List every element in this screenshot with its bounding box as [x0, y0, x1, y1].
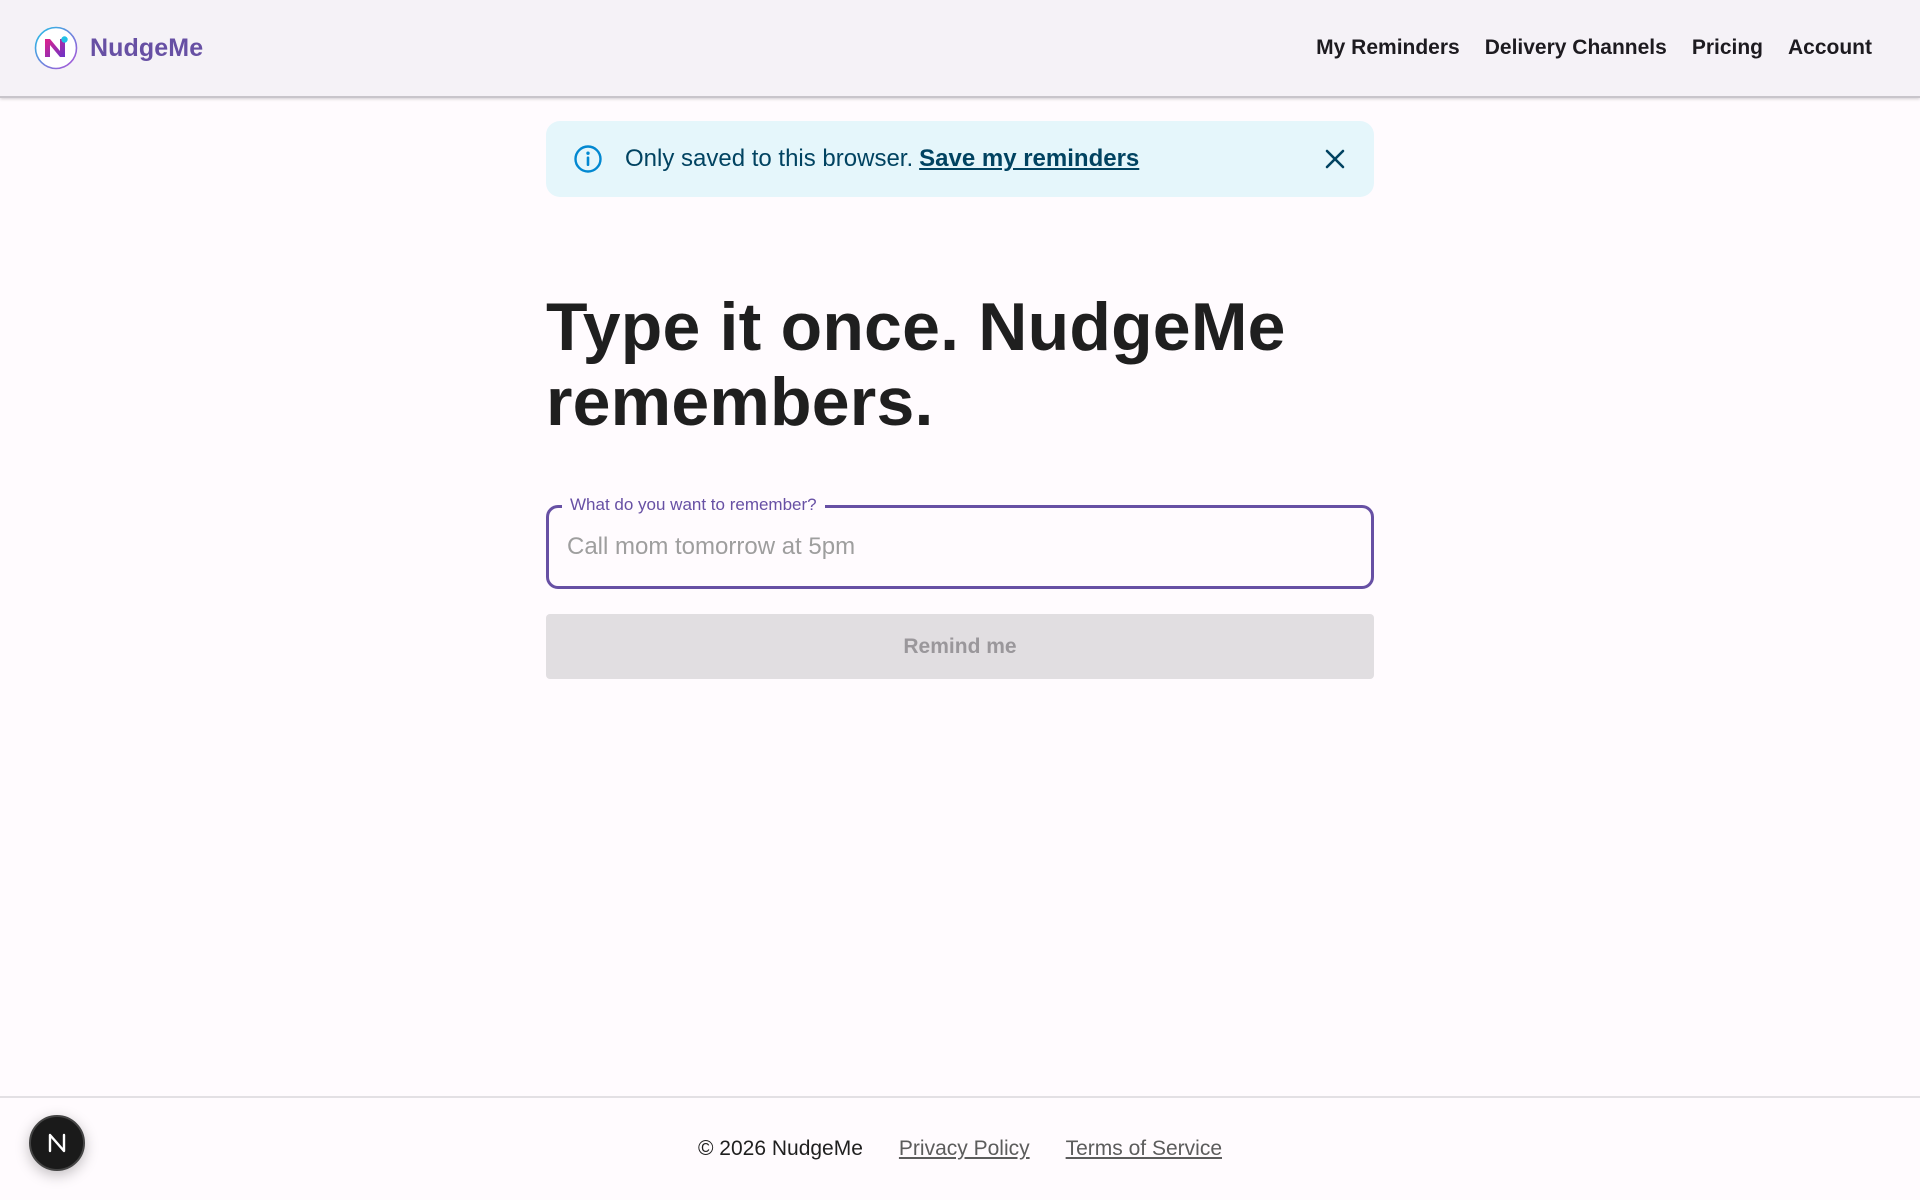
footer: © 2026 NudgeMe Privacy Policy Terms of S… [0, 1096, 1920, 1200]
alert-message: Only saved to this browser. Save my remin… [625, 145, 1318, 173]
nextjs-devtools-icon [48, 1133, 66, 1153]
terms-of-service-link[interactable]: Terms of Service [1066, 1137, 1222, 1161]
nav-my-reminders[interactable]: My Reminders [1316, 36, 1460, 60]
brand-name: NudgeMe [90, 33, 204, 62]
nav-pricing[interactable]: Pricing [1692, 36, 1763, 60]
nav-delivery-channels[interactable]: Delivery Channels [1485, 36, 1667, 60]
copyright: © 2026 NudgeMe [698, 1137, 863, 1160]
close-icon [1325, 149, 1345, 169]
alert-text: Only saved to this browser. [625, 145, 914, 172]
alert-close-button[interactable] [1318, 142, 1352, 176]
save-reminders-link[interactable]: Save my reminders [919, 145, 1139, 172]
main-nav: My Reminders Delivery Channels Pricing A… [1316, 36, 1872, 60]
brand-home-link[interactable]: NudgeMe [34, 26, 203, 70]
nudgeme-logo-icon [34, 26, 78, 70]
reminder-field-label: What do you want to remember? [562, 494, 825, 516]
app-bar: NudgeMe My Reminders Delivery Channels P… [0, 0, 1920, 98]
info-circle-icon [574, 145, 602, 173]
page-title: Type it once. NudgeMe remembers. [546, 289, 1286, 440]
remind-me-button[interactable]: Remind me [546, 614, 1374, 679]
nav-account[interactable]: Account [1788, 36, 1872, 60]
reminder-input[interactable] [567, 526, 1347, 568]
browser-storage-alert: Only saved to this browser. Save my remin… [546, 121, 1374, 197]
privacy-policy-link[interactable]: Privacy Policy [899, 1137, 1030, 1161]
reminder-text-field: What do you want to remember? [546, 494, 1374, 589]
nextjs-devtools-button[interactable] [29, 1115, 85, 1171]
